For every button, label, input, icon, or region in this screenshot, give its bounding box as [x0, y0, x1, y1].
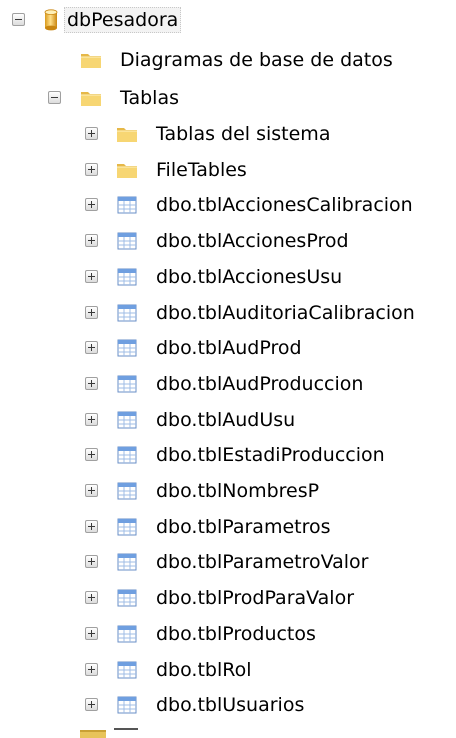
expand-toggle[interactable]: [85, 412, 98, 426]
tree-node-child[interactable]: dbo.tblParametros: [0, 509, 456, 545]
database-label: dbPesadora: [64, 7, 182, 33]
table-icon: [116, 659, 138, 681]
child-label: dbo.tblParametros: [156, 515, 331, 538]
expand-toggle[interactable]: [85, 234, 98, 248]
object-explorer-tree: dbPesadora Diagramas de base de datos Ta…: [0, 0, 456, 738]
expand-toggle[interactable]: [85, 484, 98, 497]
tree-node-child[interactable]: Tablas del sistema: [0, 116, 456, 152]
folder-icon: [80, 87, 102, 109]
child-label: FileTables: [156, 158, 247, 181]
table-icon: [116, 516, 138, 538]
child-label: dbo.tblProdParaValor: [156, 587, 355, 610]
tree-node-child[interactable]: dbo.tblParametroValor: [0, 544, 456, 580]
expand-toggle[interactable]: [85, 305, 98, 319]
child-label: dbo.tblEstadiProduccion: [156, 444, 385, 467]
tree-node-tables[interactable]: Tablas: [0, 80, 456, 116]
table-icon: [116, 194, 138, 216]
child-label: dbo.tblParametroValor: [156, 551, 369, 574]
tree-node-child[interactable]: dbo.tblUsuarios: [0, 687, 456, 723]
child-label: dbo.tblAudProduccion: [156, 372, 364, 395]
tree-node-child[interactable]: FileTables: [0, 152, 456, 188]
database-icon: [40, 9, 62, 31]
table-icon: [116, 694, 138, 716]
child-label: dbo.tblAuditoriaCalibracion: [156, 301, 415, 324]
expand-toggle[interactable]: [85, 127, 98, 140]
tables-label: Tablas: [120, 87, 179, 109]
tree-node-diagrams[interactable]: Diagramas de base de datos: [0, 42, 456, 78]
tree-node-child[interactable]: dbo.tblAccionesUsu: [0, 259, 456, 295]
tree-node-database[interactable]: dbPesadora: [0, 2, 456, 38]
expand-toggle[interactable]: [85, 341, 98, 355]
tree-node-child[interactable]: dbo.tblEstadiProduccion: [0, 437, 456, 473]
tree-node-child[interactable]: dbo.tblAudProd: [0, 330, 456, 366]
expand-toggle[interactable]: [85, 662, 98, 676]
table-icon: [116, 587, 138, 609]
expand-toggle[interactable]: [85, 376, 98, 390]
expand-toggle[interactable]: [85, 162, 98, 176]
folder-icon: [116, 159, 138, 181]
tree-node-child[interactable]: dbo.tblAccionesProd: [0, 223, 456, 259]
table-icon: [116, 551, 138, 573]
tree-node-child[interactable]: dbo.tblAuditoriaCalibracion: [0, 295, 456, 331]
expand-toggle[interactable]: [85, 448, 98, 462]
table-icon: [116, 302, 138, 324]
child-label: dbo.tblAccionesProd: [156, 230, 349, 253]
folder-icon: [80, 730, 106, 738]
table-icon: [116, 230, 138, 252]
child-label: dbo.tblAudUsu: [156, 408, 296, 431]
partial-label: [114, 728, 138, 732]
tree-node-child[interactable]: dbo.tblAudProduccion: [0, 366, 456, 402]
next-node-partial: [80, 728, 140, 738]
child-label: dbo.tblAccionesUsu: [156, 265, 343, 288]
tree-node-child[interactable]: dbo.tblProductos: [0, 616, 456, 652]
child-label: dbo.tblNombresP: [156, 480, 320, 502]
table-icon: [116, 623, 138, 645]
folder-icon: [116, 123, 138, 145]
table-icon: [116, 409, 138, 431]
tree-node-child[interactable]: dbo.tblProdParaValor: [0, 580, 456, 616]
collapse-toggle[interactable]: [12, 13, 25, 26]
table-icon: [116, 266, 138, 288]
diagrams-label: Diagramas de base de datos: [120, 49, 393, 71]
table-icon: [116, 480, 138, 502]
tree-node-child[interactable]: dbo.tblRol: [0, 652, 456, 688]
collapse-toggle[interactable]: [48, 91, 61, 104]
child-label: dbo.tblProductos: [156, 622, 316, 645]
expand-toggle[interactable]: [85, 555, 98, 569]
folder-icon: [80, 49, 102, 71]
table-icon: [116, 337, 138, 359]
child-label: dbo.tblRol: [156, 658, 252, 681]
expand-toggle[interactable]: [85, 519, 98, 533]
expand-toggle[interactable]: [85, 198, 98, 212]
child-label: dbo.tblAccionesCalibracion: [156, 194, 413, 217]
expand-toggle[interactable]: [85, 269, 98, 283]
expand-toggle[interactable]: [85, 626, 98, 640]
child-label: dbo.tblAudProd: [156, 337, 302, 360]
child-label: Tablas del sistema: [156, 123, 331, 145]
tree-node-child[interactable]: dbo.tblAccionesCalibracion: [0, 187, 456, 223]
tree-node-child[interactable]: dbo.tblNombresP: [0, 473, 456, 509]
table-icon: [116, 373, 138, 395]
child-label: dbo.tblUsuarios: [156, 694, 305, 717]
tree-node-child[interactable]: dbo.tblAudUsu: [0, 402, 456, 438]
expand-toggle[interactable]: [85, 591, 98, 605]
table-icon: [116, 444, 138, 466]
expand-toggle[interactable]: [85, 698, 98, 712]
